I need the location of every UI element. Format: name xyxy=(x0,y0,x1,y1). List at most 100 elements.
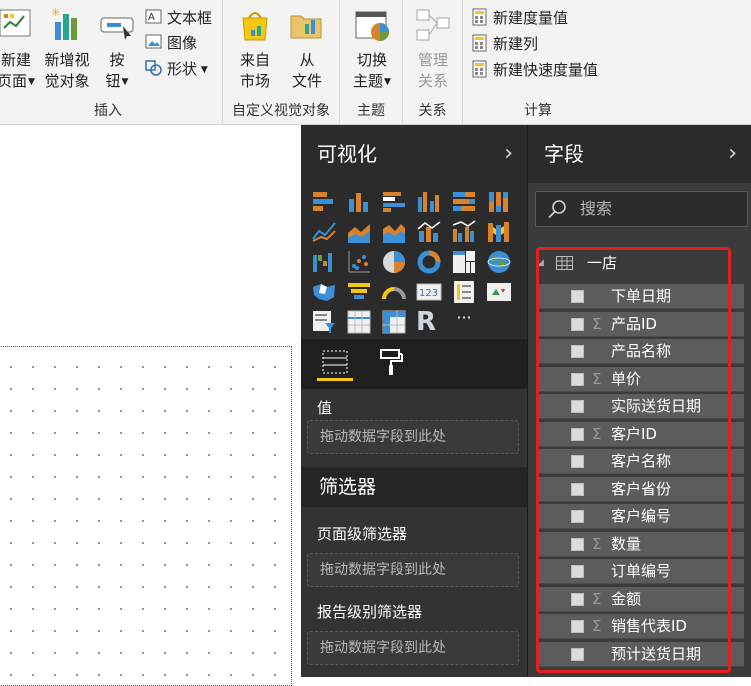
image-button[interactable]: 图像 xyxy=(145,31,197,55)
field-row[interactable]: 客户编号 xyxy=(538,504,744,529)
fields-well-icon xyxy=(322,350,348,374)
shapes-button[interactable]: 形状 ▼ xyxy=(145,57,208,81)
slicer-icon[interactable] xyxy=(311,309,337,335)
stacked-bar-chart-icon[interactable] xyxy=(311,189,337,215)
clustered-column-chart-icon[interactable] xyxy=(416,189,442,215)
field-checkbox[interactable] xyxy=(571,647,584,661)
field-row[interactable]: Σ 金额 xyxy=(538,586,744,612)
scatter-chart-icon[interactable] xyxy=(346,249,372,275)
new-visual-button[interactable]: ✳ 新增视 觉对象 xyxy=(42,6,92,92)
filters-wells: 页面级筛选器 拖动数据字段到此处 报告级别筛选器 拖动数据字段到此处 xyxy=(301,507,527,677)
fields-header: 字段 › xyxy=(528,125,751,183)
field-checkbox[interactable] xyxy=(571,317,584,331)
field-checkbox[interactable] xyxy=(571,400,584,413)
field-checkbox[interactable] xyxy=(571,427,584,441)
field-row[interactable]: Σ 数量 xyxy=(538,531,744,557)
chevron-right-icon[interactable]: › xyxy=(728,125,737,183)
report-level-filters-dropzone[interactable]: 拖动数据字段到此处 xyxy=(307,631,519,665)
waterfall-chart-icon[interactable] xyxy=(311,249,337,275)
fields-search-input[interactable]: 搜索 xyxy=(535,191,748,227)
field-row[interactable]: 下单日期 xyxy=(538,284,744,309)
from-file-label-2: 文件 xyxy=(291,72,322,90)
field-row[interactable]: Σ 单价 xyxy=(538,366,744,392)
svg-text:✳: ✳ xyxy=(51,6,60,19)
visualizations-pane: 可视化 › 123 R ··· 值 拖动数据字段到此处 筛选器 页面级筛选器 拖… xyxy=(301,125,527,677)
table-node[interactable]: ◢ 一店 xyxy=(537,249,745,277)
report-canvas[interactable] xyxy=(0,125,301,686)
collapse-triangle-icon[interactable]: ◢ xyxy=(537,249,544,277)
visual-placeholder[interactable] xyxy=(0,346,292,686)
new-measure-button[interactable]: 新建度量值 xyxy=(471,6,568,30)
field-checkbox[interactable] xyxy=(571,482,584,496)
new-column-button[interactable]: 新建列 xyxy=(471,32,538,56)
field-checkbox[interactable] xyxy=(571,620,584,633)
field-row[interactable]: 产品名称 xyxy=(538,339,744,364)
field-checkbox[interactable] xyxy=(571,592,584,606)
ribbon-chart-icon[interactable] xyxy=(486,219,512,245)
funnel-chart-icon[interactable] xyxy=(346,279,372,305)
field-checkbox[interactable] xyxy=(571,290,584,303)
field-checkbox[interactable] xyxy=(571,455,584,468)
more-visuals-icon[interactable]: ··· xyxy=(451,305,477,331)
field-row[interactable]: 客户省份 xyxy=(538,476,744,502)
image-icon xyxy=(145,34,162,49)
chevron-down-icon: ▼ xyxy=(121,77,129,87)
chevron-right-icon[interactable]: › xyxy=(504,125,513,183)
field-checkbox[interactable] xyxy=(571,537,584,551)
filled-map-icon[interactable] xyxy=(311,279,337,305)
field-checkbox[interactable] xyxy=(571,510,584,523)
field-checkbox[interactable] xyxy=(571,345,584,358)
line-and-clustered-column-chart-icon[interactable] xyxy=(451,219,477,245)
sigma-icon: Σ xyxy=(592,534,602,553)
matrix-icon[interactable] xyxy=(381,309,407,335)
donut-chart-icon[interactable] xyxy=(416,249,442,275)
field-row[interactable]: 客户名称 xyxy=(538,449,744,474)
field-checkbox[interactable] xyxy=(571,372,584,386)
tab-format[interactable] xyxy=(373,347,409,381)
kpi-icon[interactable] xyxy=(486,279,512,305)
100-stacked-bar-chart-icon[interactable] xyxy=(451,189,477,215)
stacked-area-chart-icon[interactable] xyxy=(381,219,407,245)
tab-fields-well[interactable] xyxy=(317,347,353,381)
r-visual-icon[interactable]: R xyxy=(416,309,442,335)
clustered-bar-chart-icon[interactable] xyxy=(381,189,407,215)
new-visual-label-1: 新增视 xyxy=(44,51,90,69)
field-row[interactable]: 预计送货日期 xyxy=(538,641,744,667)
visualizations-title: 可视化 xyxy=(317,142,377,166)
themes-group-label: 主题 xyxy=(357,103,385,119)
from-market-label-2: 市场 xyxy=(239,72,270,90)
multi-row-card-icon[interactable] xyxy=(451,279,477,305)
fields-title: 字段 xyxy=(544,142,584,166)
page-level-filters-dropzone[interactable]: 拖动数据字段到此处 xyxy=(307,553,519,587)
pie-chart-icon[interactable] xyxy=(381,249,407,275)
treemap-icon[interactable] xyxy=(451,249,477,275)
stacked-column-chart-icon[interactable] xyxy=(346,189,372,215)
values-dropzone[interactable]: 拖动数据字段到此处 xyxy=(307,420,519,454)
map-icon[interactable] xyxy=(486,249,512,275)
values-well: 值 拖动数据字段到此处 xyxy=(301,389,527,467)
field-checkbox[interactable] xyxy=(571,565,584,578)
new-quick-measure-button[interactable]: 新建快速度量值 xyxy=(471,58,598,82)
field-row[interactable]: 订单编号 xyxy=(538,559,744,584)
theme-icon xyxy=(355,11,389,41)
gauge-icon[interactable] xyxy=(381,279,407,305)
field-row[interactable]: Σ 客户ID xyxy=(538,421,744,447)
switch-theme-button[interactable]: 切换 主题▼ xyxy=(346,6,398,93)
line-chart-icon[interactable] xyxy=(311,219,337,245)
from-market-button[interactable]: 来自 市场 xyxy=(233,6,277,92)
textbox-button[interactable]: A 文本框 xyxy=(145,6,212,30)
table-visual-icon[interactable] xyxy=(346,309,372,335)
100-stacked-column-chart-icon[interactable] xyxy=(486,189,512,215)
button-button[interactable]: 按 钮▼ xyxy=(96,6,138,93)
card-icon[interactable]: 123 xyxy=(416,279,442,305)
new-page-button[interactable]: 新建 页面▼ xyxy=(0,6,38,93)
chevron-down-icon: ▼ xyxy=(384,77,391,87)
ribbon: 新建 页面▼ ✳ 新增视 觉对象 按 钮▼ A 文本框 图像 形状 ▼ 插入 来… xyxy=(0,0,751,125)
area-chart-icon[interactable] xyxy=(346,219,372,245)
line-and-stacked-column-chart-icon[interactable] xyxy=(416,219,442,245)
field-row[interactable]: 实际送货日期 xyxy=(538,394,744,419)
manage-relationships-button[interactable]: 管理 关系 xyxy=(409,6,457,92)
field-row[interactable]: Σ 销售代表ID xyxy=(538,614,744,639)
field-row[interactable]: Σ 产品ID xyxy=(538,311,744,337)
from-file-button[interactable]: 从 文件 xyxy=(285,6,329,92)
